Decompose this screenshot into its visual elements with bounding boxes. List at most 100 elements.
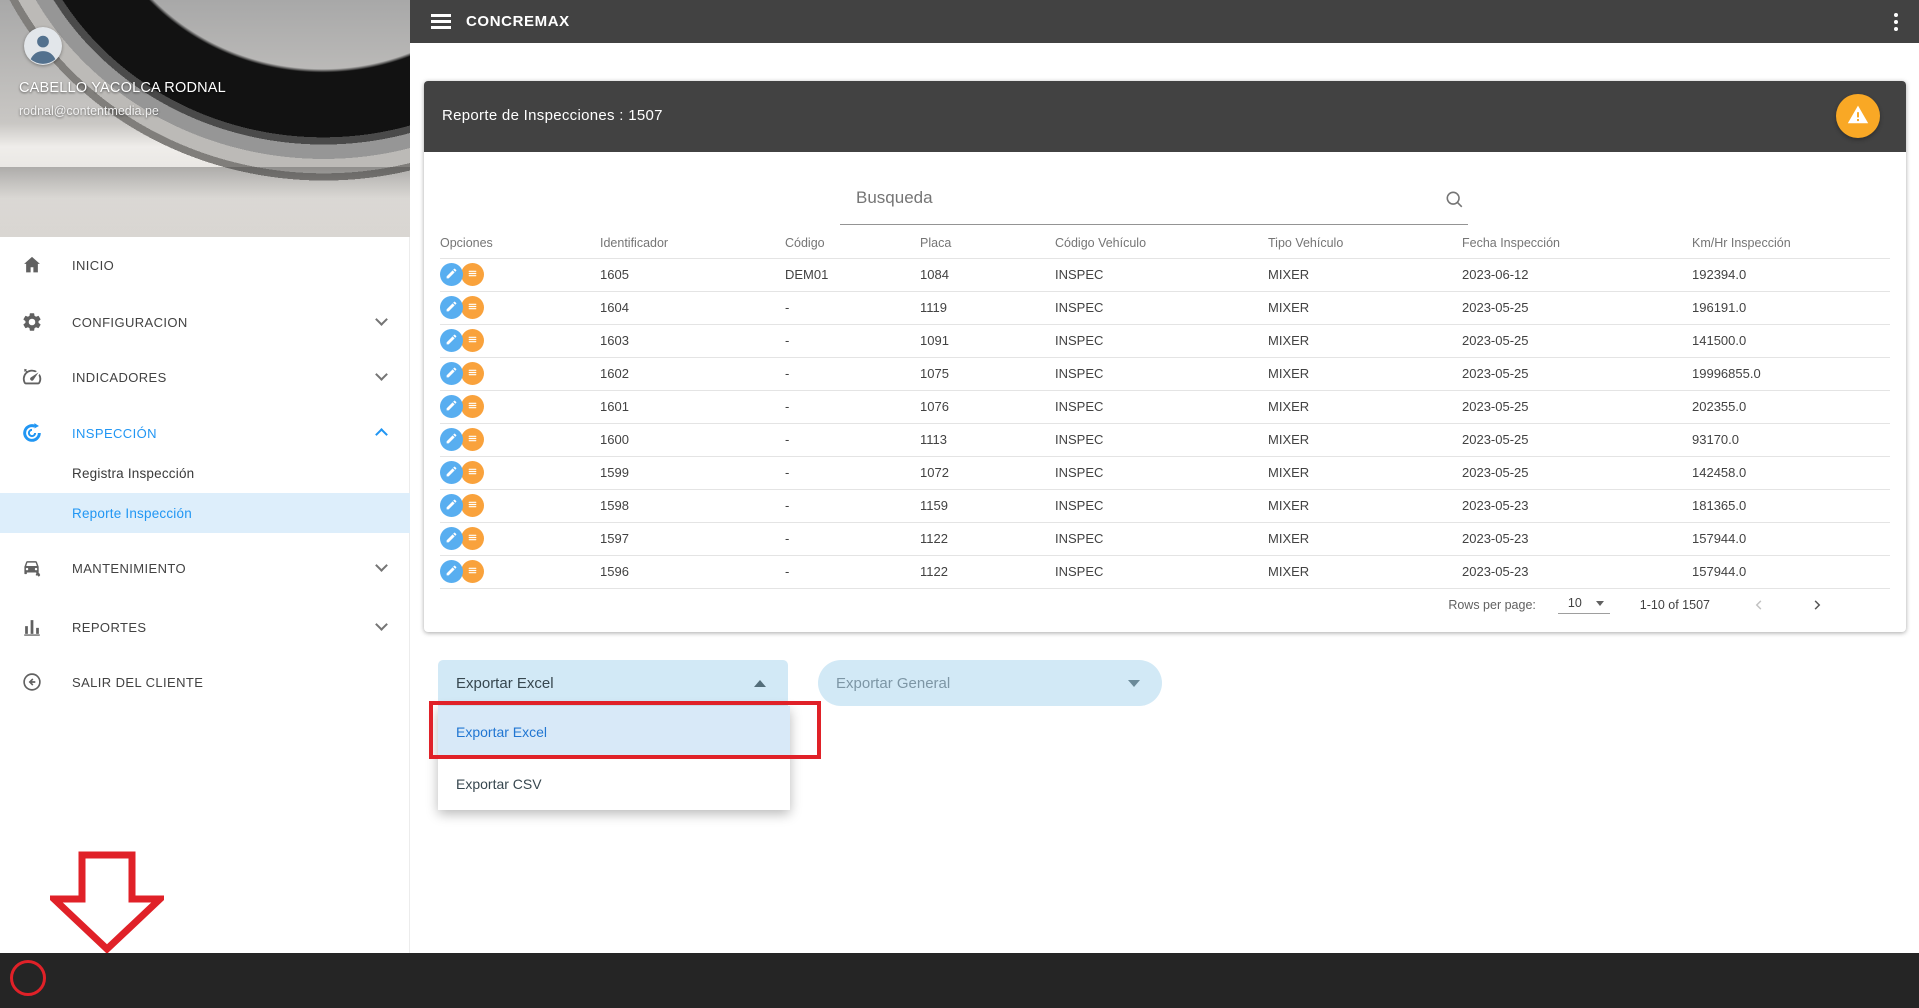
sidebar-item-salir-del-cliente[interactable]: SALIR DEL CLIENTE [0, 658, 410, 706]
sidebar-item-label: INSPECCIÓN [72, 426, 157, 441]
edit-row-button[interactable] [440, 329, 463, 352]
table-cell: 1604 [600, 291, 785, 324]
sidebar-item-configuracion[interactable]: CONFIGURACION [0, 298, 410, 346]
sidebar-item-inspeccion[interactable]: INSPECCIÓN [0, 409, 410, 457]
pencil-icon [445, 465, 458, 481]
pencil-icon [445, 564, 458, 580]
table-cell: 2023-05-23 [1462, 489, 1692, 522]
menu-hamburger-icon[interactable] [431, 14, 451, 29]
export-dropdown-menu: Exportar Excel Exportar CSV [438, 706, 790, 810]
table-cell: 2023-05-25 [1462, 324, 1692, 357]
table-cell: INSPEC [1055, 489, 1268, 522]
car-icon [20, 556, 44, 580]
row-details-button[interactable] [461, 494, 484, 517]
row-details-button[interactable] [461, 461, 484, 484]
menu-item-exportar-csv[interactable]: Exportar CSV [438, 758, 790, 810]
edit-row-button[interactable] [440, 494, 463, 517]
sidebar-item-reporte-inspeccion[interactable]: Reporte Inspección [0, 493, 410, 533]
next-page-button[interactable] [1808, 596, 1826, 614]
table-cell: 2023-05-25 [1462, 390, 1692, 423]
row-details-button[interactable] [461, 296, 484, 319]
sidebar-item-reportes[interactable]: REPORTES [0, 603, 410, 651]
list-icon [466, 498, 479, 514]
edit-row-button[interactable] [440, 362, 463, 385]
edit-row-button[interactable] [440, 461, 463, 484]
edit-row-button[interactable] [440, 296, 463, 319]
inspections-table: OpcionesIdentificadorCódigoPlacaCódigo V… [440, 228, 1890, 589]
pencil-icon [445, 300, 458, 316]
sidebar-item-registra-inspeccion[interactable]: Registra Inspección [0, 453, 410, 493]
sidebar-item-label: REPORTES [72, 620, 146, 635]
table-cell: 1075 [920, 357, 1055, 390]
dropdown-arrow-icon [1596, 601, 1604, 606]
export-excel-select[interactable]: Exportar Excel [438, 660, 788, 706]
table-cell: - [785, 555, 920, 588]
profile-name: CABELLO YACOLCA RODNAL [19, 80, 226, 96]
table-cell: 157944.0 [1692, 522, 1890, 555]
row-details-button[interactable] [461, 560, 484, 583]
table-cell: MIXER [1268, 357, 1462, 390]
chevron-down-icon [375, 618, 388, 631]
table-cell: 1605 [600, 258, 785, 291]
edit-row-button[interactable] [440, 395, 463, 418]
table-cell: INSPEC [1055, 390, 1268, 423]
table-row: 1601-1076INSPECMIXER2023-05-25202355.0 [440, 390, 1890, 423]
sidebar-item-mantenimiento[interactable]: MANTENIMIENTO [0, 544, 410, 592]
sidebar-subitem-label: Reporte Inspección [72, 506, 192, 521]
list-icon [466, 399, 479, 415]
gauge-icon [20, 365, 44, 389]
row-details-button[interactable] [461, 329, 484, 352]
pagination-range: 1-10 of 1507 [1640, 598, 1710, 612]
pencil-icon [445, 432, 458, 448]
search-input[interactable] [840, 177, 1468, 225]
table-cell: - [785, 489, 920, 522]
column-header: Identificador [600, 228, 785, 258]
row-details-button[interactable] [461, 263, 484, 286]
table-cell: 2023-05-25 [1462, 357, 1692, 390]
menu-item-exportar-excel[interactable]: Exportar Excel [438, 706, 790, 758]
warning-button[interactable] [1836, 94, 1880, 138]
rows-per-page-value: 10 [1568, 596, 1582, 610]
chevron-down-icon [375, 368, 388, 381]
row-details-button[interactable] [461, 362, 484, 385]
table-cell: - [785, 456, 920, 489]
table-cell: 1119 [920, 291, 1055, 324]
export-general-select-label: Exportar General [836, 675, 950, 692]
table-cell: 1596 [600, 555, 785, 588]
sidebar-item-inicio[interactable]: INICIO [0, 241, 410, 289]
table-cell: 2023-05-25 [1462, 456, 1692, 489]
table-cell: MIXER [1268, 522, 1462, 555]
table-row: 1598-1159INSPECMIXER2023-05-23181365.0 [440, 489, 1890, 522]
export-general-select[interactable]: Exportar General [818, 660, 1162, 706]
column-header: Código Vehículo [1055, 228, 1268, 258]
pencil-icon [445, 498, 458, 514]
edit-row-button[interactable] [440, 560, 463, 583]
table-cell: 141500.0 [1692, 324, 1890, 357]
table-cell: 1159 [920, 489, 1055, 522]
rows-per-page-select[interactable]: 10 [1558, 596, 1610, 614]
table-cell: 196191.0 [1692, 291, 1890, 324]
edit-row-button[interactable] [440, 263, 463, 286]
column-header: Código [785, 228, 920, 258]
list-icon [466, 432, 479, 448]
row-details-button[interactable] [461, 527, 484, 550]
table-cell: 2023-05-23 [1462, 522, 1692, 555]
photo-floor-shadow [0, 167, 410, 237]
row-details-button[interactable] [461, 428, 484, 451]
export-excel-select-label: Exportar Excel [456, 675, 554, 692]
row-details-button[interactable] [461, 395, 484, 418]
sidebar: CABELLO YACOLCA RODNAL rodnal@contentmed… [0, 0, 410, 953]
table-cell: 192394.0 [1692, 258, 1890, 291]
row-options [440, 457, 596, 489]
rows-per-page-label: Rows per page: [1448, 598, 1536, 612]
sidebar-item-indicadores[interactable]: INDICADORES [0, 353, 410, 401]
table-cell: INSPEC [1055, 456, 1268, 489]
table-row: 1599-1072INSPECMIXER2023-05-25142458.0 [440, 456, 1890, 489]
sidebar-item-label: MANTENIMIENTO [72, 561, 186, 576]
edit-row-button[interactable] [440, 428, 463, 451]
previous-page-button[interactable] [1750, 596, 1768, 614]
select-arrow-up-icon [754, 680, 766, 687]
report-card-header: Reporte de Inspecciones : 1507 [424, 81, 1906, 152]
kebab-menu-icon[interactable] [1887, 13, 1905, 31]
edit-row-button[interactable] [440, 527, 463, 550]
